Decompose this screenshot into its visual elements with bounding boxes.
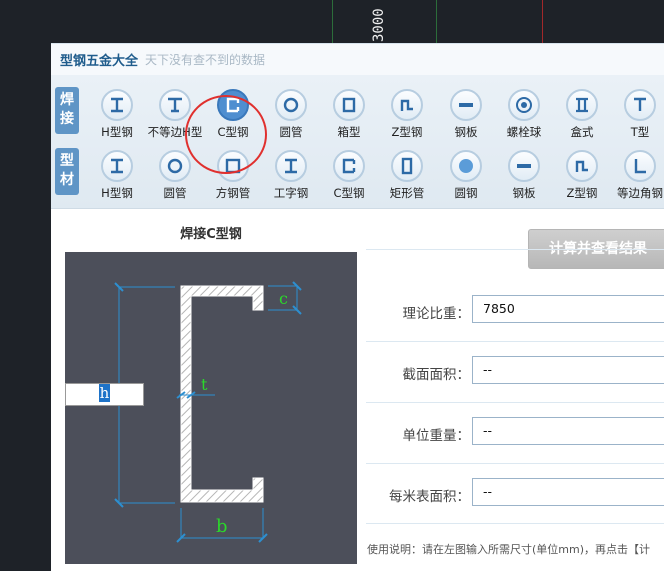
tool-label: 等边角钢 — [617, 186, 663, 200]
diagram-title: 焊接C型钢 — [180, 227, 242, 242]
tool-rect-tube[interactable]: 矩形管 — [375, 144, 439, 202]
divider — [366, 523, 664, 524]
tool-label: 工字钢 — [273, 186, 309, 200]
title-bar: 型钢五金大全 天下没有查不到的数据 — [51, 44, 664, 75]
tool-label: 矩形管 — [389, 186, 425, 200]
weight-output[interactable]: -- — [472, 417, 664, 445]
c-channel-diagram: c t b h — [65, 252, 357, 564]
box-section-icon — [333, 89, 365, 121]
tool-label: 不等边H型 — [147, 125, 203, 139]
tool-label: 螺栓球 — [506, 125, 542, 139]
app-subtitle: 天下没有查不到的数据 — [145, 53, 266, 67]
c-channel-icon — [217, 89, 249, 121]
steel-plate-icon — [450, 89, 482, 121]
tool-label: 盒式 — [570, 125, 594, 139]
unequal-h-beam-icon — [159, 89, 191, 121]
tool-bolt-ball[interactable]: 螺栓球 — [492, 83, 556, 141]
equal-angle-icon — [624, 150, 656, 182]
c-channel-drawing: c t b — [114, 281, 302, 543]
divider — [366, 249, 664, 250]
tool-label: 圆管 — [163, 186, 187, 200]
tool-box-section[interactable]: 箱型 — [317, 83, 381, 141]
dim-h-label: h — [98, 384, 111, 402]
tool-round-tube[interactable]: 圆管 — [143, 144, 207, 202]
field-label-weight: 单位重量： — [402, 428, 471, 444]
z-section-icon — [391, 89, 423, 121]
h-beam-icon — [101, 150, 133, 182]
cad-line — [542, 0, 543, 44]
divider — [366, 341, 664, 342]
surface-output[interactable]: -- — [472, 478, 664, 506]
tool-label: 钢板 — [512, 186, 536, 200]
round-tube-icon — [275, 89, 307, 121]
tool-z-section[interactable]: Z型钢 — [375, 83, 439, 141]
box-type-icon — [566, 89, 598, 121]
tool-label: Z型钢 — [566, 186, 598, 200]
cad-line — [436, 0, 437, 44]
category-weld[interactable]: 焊接 — [55, 87, 79, 134]
steel-calculator-panel: 型钢五金大全 天下没有查不到的数据 焊接 H型钢 不等边H型 C型钢 圆管 箱型 Z型钢钢… — [51, 43, 664, 571]
tool-z-section[interactable]: Z型钢 — [550, 144, 614, 202]
tool-box-type[interactable]: 盒式 — [550, 83, 614, 141]
steel-plate-icon — [508, 150, 540, 182]
tool-label: 箱型 — [337, 125, 361, 139]
tool-round-tube[interactable]: 圆管 — [259, 83, 323, 141]
tool-steel-plate[interactable]: 钢板 — [434, 83, 498, 141]
divider — [366, 402, 664, 403]
tool-round-bar[interactable]: 圆钢 — [434, 144, 498, 202]
dim-t-label: t — [201, 375, 208, 394]
rect-tube-icon — [391, 150, 423, 182]
tool-label: 方钢管 — [215, 186, 251, 200]
c-channel-icon — [333, 150, 365, 182]
tool-label: H型钢 — [101, 186, 133, 200]
tool-square-tube[interactable]: 方钢管 — [201, 144, 265, 202]
section-toolbar: 焊接 H型钢 不等边H型 C型钢 圆管 箱型 Z型钢 钢板 螺栓球 盒式 T型 型材 H型钢 圆管方… — [51, 75, 664, 209]
z-section-icon — [566, 150, 598, 182]
tool-equal-angle[interactable]: 等边角钢 — [608, 144, 664, 202]
tool-label: C型钢 — [333, 186, 365, 200]
tool-label: Z型钢 — [391, 125, 423, 139]
cad-line — [332, 0, 333, 44]
tool-i-beam[interactable]: 工字钢 — [259, 144, 323, 202]
i-beam-icon — [275, 150, 307, 182]
usage-instructions: 使用说明：请在左图输入所需尺寸(单位mm)，再点击【计 — [367, 543, 651, 556]
app-title: 型钢五金大全 — [60, 54, 139, 69]
dim-b-label: b — [216, 516, 228, 537]
round-bar-icon — [450, 150, 482, 182]
tool-label: T型 — [630, 125, 650, 139]
density-input[interactable]: 7850 — [472, 295, 664, 323]
tool-h-beam[interactable]: H型钢 — [85, 83, 149, 141]
h-beam-icon — [101, 89, 133, 121]
tool-label: 圆钢 — [454, 186, 478, 200]
tool-label: C型钢 — [217, 125, 249, 139]
tool-label: 圆管 — [279, 125, 303, 139]
cad-dimension-text: 3000 — [371, 8, 387, 42]
calculator-content: 焊接C型钢 c t b h 计算并查看结果 理论比重： 7850 截面面积： -… — [51, 209, 664, 571]
area-output[interactable]: -- — [472, 356, 664, 384]
profile-row: 型材 H型钢 圆管 方钢管 工字钢 C型钢 矩形管 圆钢 钢板 Z型钢 等边角钢 — [51, 141, 664, 205]
divider — [366, 463, 664, 464]
square-tube-icon — [217, 150, 249, 182]
tool-label: 钢板 — [454, 125, 478, 139]
dim-h-input[interactable]: h — [65, 383, 144, 406]
category-profile[interactable]: 型材 — [55, 148, 79, 195]
tool-h-beam[interactable]: H型钢 — [85, 144, 149, 202]
field-label-area: 截面面积： — [402, 367, 471, 383]
t-section-icon — [624, 89, 656, 121]
field-label-surface: 每米表面积： — [389, 489, 470, 505]
dim-c-label: c — [279, 289, 288, 308]
field-label-density: 理论比重： — [402, 306, 471, 322]
tool-steel-plate[interactable]: 钢板 — [492, 144, 556, 202]
weld-row: 焊接 H型钢 不等边H型 C型钢 圆管 箱型 Z型钢 钢板 螺栓球 盒式 T型 — [51, 80, 664, 144]
tool-c-channel[interactable]: C型钢 — [317, 144, 381, 202]
round-tube-icon — [159, 150, 191, 182]
tool-unequal-h-beam[interactable]: 不等边H型 — [143, 83, 207, 141]
tool-c-channel[interactable]: C型钢 — [201, 83, 265, 141]
tool-t-section[interactable]: T型 — [608, 83, 664, 141]
tool-label: H型钢 — [101, 125, 133, 139]
bolt-ball-icon — [508, 89, 540, 121]
